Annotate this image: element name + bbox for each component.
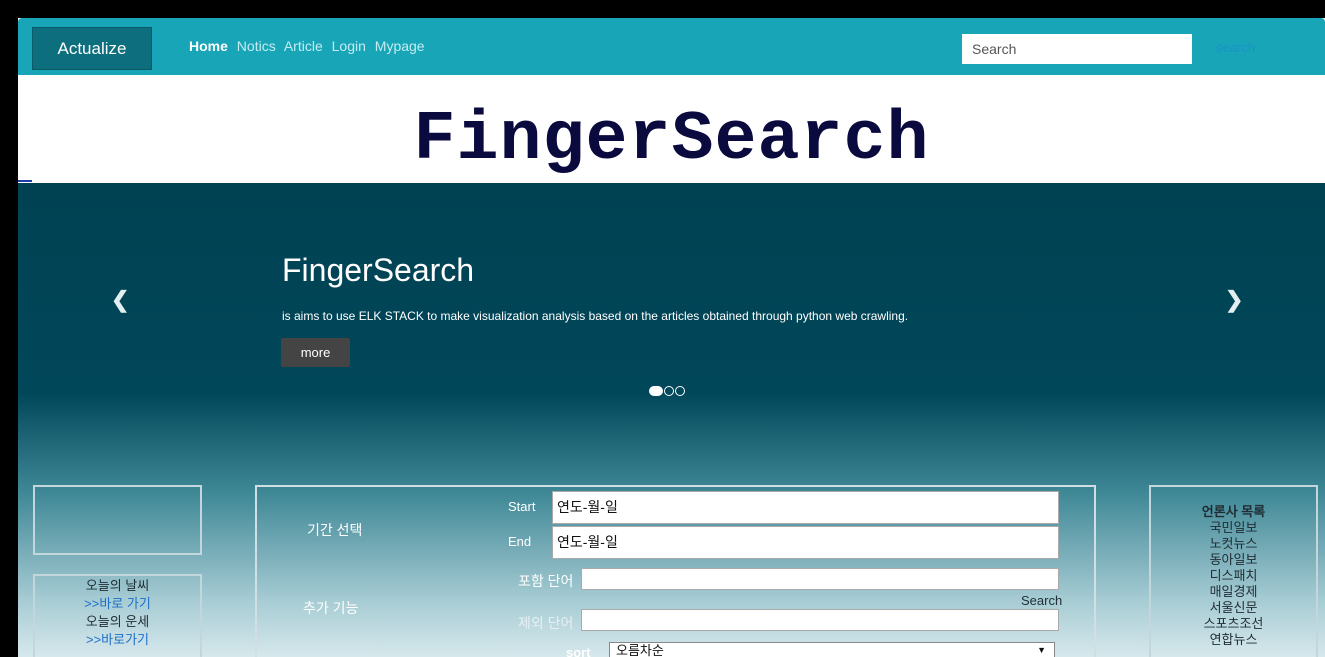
nav-links: Home Notics Article Login Mypage [189,38,430,54]
nav-login[interactable]: Login [332,38,366,54]
left-info-panel: 오늘의 날씨 >>바로 가기 오늘의 운세 >>바로가기 [33,574,202,657]
include-label: 포함 단어 [518,573,574,589]
brand-button[interactable]: Actualize [32,27,152,70]
divider [18,180,32,182]
carousel-indicators [649,383,686,401]
sort-value: 오름차순 [616,643,664,657]
nav-search-button[interactable]: search [1216,40,1255,55]
end-label: End [508,534,532,549]
press-list-heading: 언론사 목록 [1201,504,1266,519]
carousel-dot-2[interactable] [664,386,674,396]
search-form-panel: 기간 선택 Start 연도-월-일 End 연도-월-일 추가 기능 포함 단… [255,485,1096,657]
navbar: Actualize Home Notics Article Login Mypa… [18,18,1325,75]
nav-mypage[interactable]: Mypage [375,38,425,54]
exclude-label: 제외 단어 [518,615,574,631]
press-item[interactable]: 연합뉴스 [1151,632,1316,648]
left-empty-panel [33,485,202,555]
start-label: Start [508,499,536,514]
press-item[interactable]: 동아일보 [1151,552,1316,568]
chevron-right-icon[interactable]: ❯ [1225,287,1243,313]
slide-description: is aims to use ELK STACK to make visuali… [282,309,909,323]
press-item[interactable]: 노컷뉴스 [1151,536,1316,552]
form-search-button[interactable]: Search [1021,593,1062,608]
more-button[interactable]: more [281,338,350,367]
nav-notics[interactable]: Notics [237,38,276,54]
weather-label: 오늘의 날씨 [85,578,150,593]
press-item[interactable]: 디스패치 [1151,568,1316,584]
nav-article[interactable]: Article [284,38,323,54]
fortune-label: 오늘의 운세 [85,614,150,629]
press-item[interactable]: 매일경제 [1151,584,1316,600]
carousel-dot-3[interactable] [675,386,685,396]
weather-link[interactable]: >>바로 가기 [35,595,200,613]
press-item[interactable]: 국민일보 [1151,520,1316,536]
chevron-left-icon[interactable]: ❮ [111,287,129,313]
page-title: FingerSearch [413,101,930,180]
carousel: ❮ ❯ FingerSearch is aims to use ELK STAC… [18,183,1325,657]
press-item[interactable]: 서울신문 [1151,600,1316,616]
chevron-down-icon: ▼ [1037,645,1046,655]
period-label: 기간 선택 [307,522,363,538]
press-list-panel: 언론사 목록 국민일보 노컷뉴스 동아일보 디스패치 매일경제 서울신문 스포츠… [1149,485,1318,657]
nav-search-input[interactable] [962,34,1192,64]
end-date-input[interactable]: 연도-월-일 [552,526,1059,559]
fortune-link[interactable]: >>바로가기 [35,631,200,649]
extra-label: 추가 기능 [303,600,359,616]
exclude-words-input[interactable] [581,609,1059,631]
include-words-input[interactable] [581,568,1059,590]
page: Actualize Home Notics Article Login Mypa… [18,18,1325,657]
press-item[interactable]: 스포츠조선 [1151,616,1316,632]
carousel-dot-1[interactable] [649,386,663,396]
start-date-input[interactable]: 연도-월-일 [552,491,1059,524]
sort-select[interactable]: 오름차순 ▼ [609,642,1055,657]
sort-label: sort [566,645,591,657]
nav-home[interactable]: Home [189,38,228,54]
slide-title: FingerSearch [282,252,475,288]
